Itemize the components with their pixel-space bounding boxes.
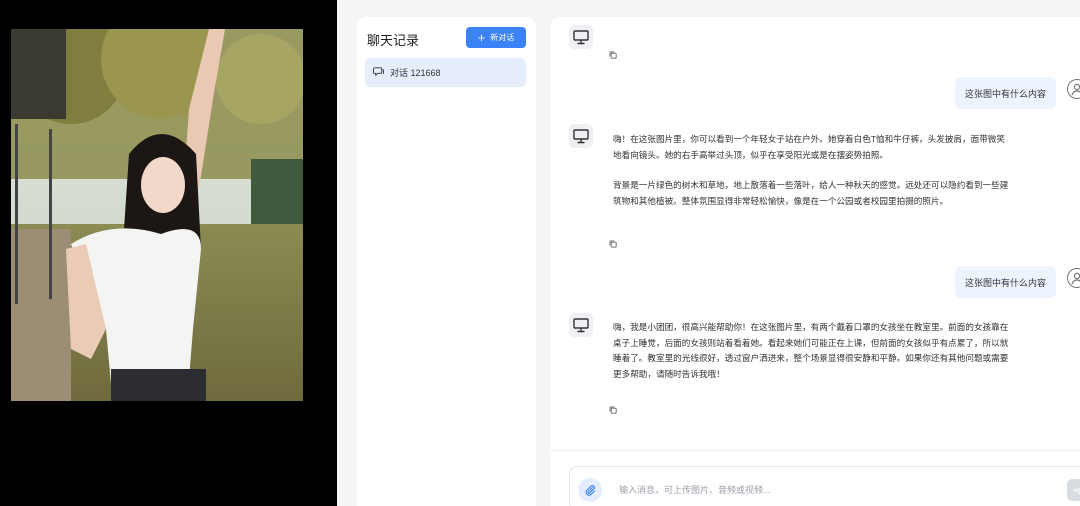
- paperclip-icon: [585, 485, 596, 496]
- chat-panel: 这张图中有什么内容 嗨！在这张图片里，你可以看到一个年轻女子站在户外。她穿着白色…: [550, 17, 1080, 506]
- assistant-paragraph: 背景是一片绿色的树木和草地，地上散落着一些落叶，给人一种秋天的感觉。远处还可以隐…: [613, 180, 1009, 206]
- conversation-label: 对话 121668: [390, 68, 441, 78]
- send-button[interactable]: [1067, 479, 1080, 501]
- photo-illustration: [11, 29, 303, 401]
- message-input-placeholder[interactable]: 输入消息，可上传图片、音频或视频...: [619, 483, 771, 496]
- monitor-icon: [573, 29, 589, 44]
- user-icon: [1067, 79, 1080, 99]
- copy-icon[interactable]: [609, 406, 617, 414]
- image-preview-panel: [0, 0, 337, 506]
- assistant-paragraph: 嗨，我是小团团，很高兴能帮助你！在这张图片里，有两个戴着口罩的女孩坐在教室里。前…: [613, 322, 1009, 379]
- bot-avatar: [569, 25, 593, 49]
- user-message-bubble: 这张图中有什么内容: [955, 77, 1057, 109]
- bot-avatar: [569, 124, 593, 148]
- send-icon: [1072, 486, 1080, 496]
- sidebar-title: 聊天记录: [367, 33, 420, 48]
- user-icon: [1067, 268, 1080, 288]
- input-divider: [550, 450, 1080, 451]
- monitor-icon: [573, 317, 589, 332]
- conversation-item[interactable]: 对话 121668: [365, 58, 526, 87]
- user-message-bubble: 这张图中有什么内容: [955, 266, 1057, 298]
- plus-icon: +: [477, 30, 486, 45]
- copy-icon[interactable]: [609, 240, 617, 248]
- chat-history-sidebar: 聊天记录 + 新对话 对话 121668: [357, 17, 536, 506]
- assistant-message: 嗨！在这张图片里，你可以看到一个年轻女子站在户外。她穿着白色T恤和牛仔裤，头发披…: [613, 132, 1013, 209]
- new-chat-label: 新对话: [490, 33, 515, 42]
- chat-icon: [373, 66, 384, 79]
- preview-photo: [11, 29, 303, 401]
- assistant-paragraph: 嗨！在这张图片里，你可以看到一个年轻女子站在户外。她穿着白色T恤和牛仔裤，头发披…: [613, 134, 1005, 160]
- copy-icon[interactable]: [609, 51, 617, 59]
- message-input-box[interactable]: 输入消息，可上传图片、音频或视频...: [569, 466, 1080, 506]
- new-chat-button[interactable]: + 新对话: [466, 27, 526, 48]
- attach-button[interactable]: [578, 478, 602, 502]
- assistant-message: 嗨，我是小团团，很高兴能帮助你！在这张图片里，有两个戴着口罩的女孩坐在教室里。前…: [613, 320, 1013, 382]
- monitor-icon: [573, 128, 589, 143]
- bot-avatar: [569, 313, 593, 337]
